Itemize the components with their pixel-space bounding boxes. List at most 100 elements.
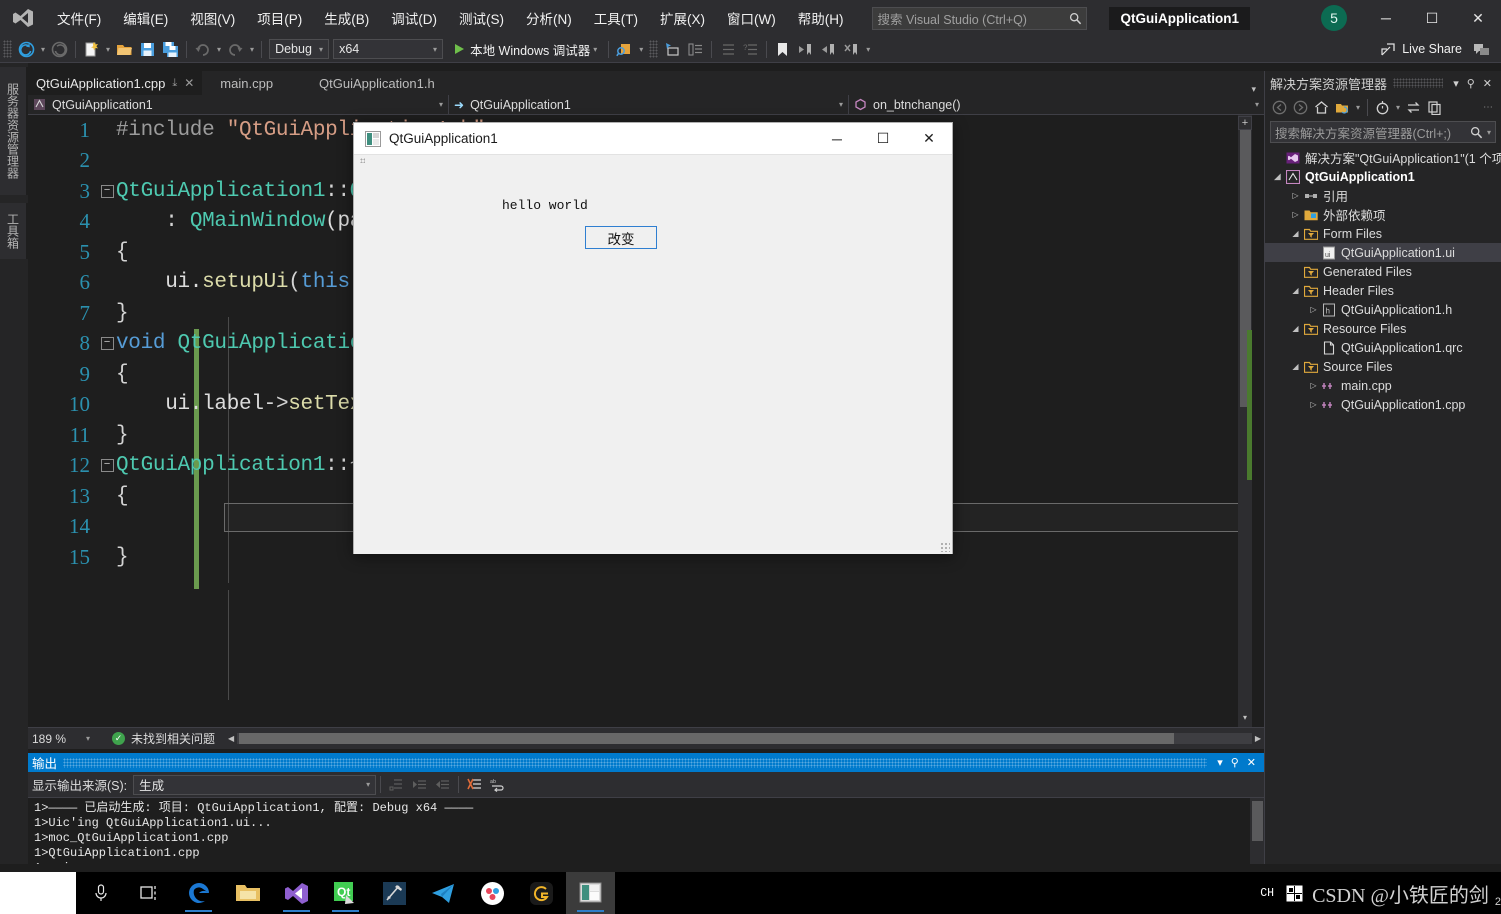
feedback-icon[interactable] (1470, 38, 1493, 60)
se-show-all-files-icon[interactable] (1424, 98, 1445, 118)
rail-tab-server-explorer[interactable]: 服务器资源管理器 (0, 67, 28, 195)
collapse-arrow-icon[interactable]: ◢ (1271, 172, 1284, 181)
toggle-tool-window-icon[interactable] (661, 38, 684, 60)
navigate-back-dropdown-icon[interactable]: ▾ (38, 45, 48, 54)
qt-maximize-button[interactable]: ☐ (860, 123, 906, 155)
tree-item[interactable]: ▷ main.cpp (1265, 376, 1501, 395)
menu-view[interactable]: 视图(V) (179, 0, 246, 36)
tab-overflow-icon[interactable]: ▾ (1243, 84, 1264, 95)
solution-explorer-dropdown-icon[interactable]: ▾ (1449, 77, 1463, 90)
live-share-button[interactable]: Live Share (1373, 38, 1470, 60)
expand-arrow-icon[interactable]: ▷ (1307, 305, 1320, 314)
hscroll-track[interactable] (237, 733, 1252, 744)
menu-analyze[interactable]: 分析(N) (515, 0, 583, 36)
menu-tools[interactable]: 工具(T) (583, 0, 649, 36)
properties-window-icon[interactable] (684, 38, 707, 60)
debug-target-dropdown-icon[interactable]: ▾ (590, 45, 600, 54)
start-area[interactable] (0, 872, 76, 914)
hscroll-thumb[interactable] (239, 733, 1175, 744)
find-in-files-icon[interactable] (613, 38, 636, 60)
tree-item[interactable]: ▷ 外部依赖项 (1265, 205, 1501, 224)
se-home-icon[interactable] (1311, 98, 1332, 118)
output-panel-close-icon[interactable]: ✕ (1243, 756, 1260, 769)
scroll-down-icon[interactable]: ▾ (1238, 713, 1252, 727)
menu-build[interactable]: 生成(B) (313, 0, 380, 36)
solution-explorer-search[interactable]: 搜索解决方案资源管理器(Ctrl+;) ▾ (1270, 121, 1496, 143)
tab-qtguiapplication1-h[interactable]: QtGuiApplication1.h (311, 71, 443, 95)
go-to-previous-message-icon[interactable] (408, 774, 431, 796)
toolbar-grip[interactable] (3, 40, 12, 58)
qtguiapplication1-taskbar-icon[interactable] (566, 872, 615, 914)
go-to-next-message-icon[interactable] (431, 774, 454, 796)
tree-item[interactable]: ui QtGuiApplication1.ui (1265, 243, 1501, 262)
tree-item[interactable]: ▷ QtGuiApplication1.cpp (1265, 395, 1501, 414)
toggle-word-wrap-icon[interactable]: ab (486, 774, 509, 796)
maximize-button[interactable]: ☐ (1409, 0, 1455, 36)
outdent-icon[interactable]: ? (739, 38, 762, 60)
new-project-icon[interactable] (80, 38, 103, 60)
menu-debug[interactable]: 调试(D) (380, 0, 448, 36)
toolbar-grip-2[interactable] (649, 40, 659, 58)
se-toolbar-overflow-icon[interactable]: ⋯ (1483, 102, 1497, 113)
menu-edit[interactable]: 编辑(E) (112, 0, 179, 36)
tree-item[interactable]: ▷ h QtGuiApplication1.h (1265, 300, 1501, 319)
expand-arrow-icon[interactable]: ▷ (1289, 191, 1302, 200)
expand-arrow-icon[interactable]: ▷ (1307, 381, 1320, 390)
navigate-back-icon[interactable] (15, 38, 38, 60)
tree-item[interactable]: ◢ Header Files (1265, 281, 1501, 300)
redo-dropdown-icon[interactable]: ▾ (247, 45, 257, 54)
start-debugging-button[interactable]: 本地 Windows 调试器 ▾ (451, 38, 604, 60)
se-pending-changes-icon[interactable] (1372, 98, 1393, 118)
qt-resize-grip[interactable] (940, 542, 950, 552)
tree-item[interactable]: ◢ Source Files (1265, 357, 1501, 376)
ime-mode-icon[interactable] (1280, 872, 1308, 914)
notification-badge[interactable]: 5 (1321, 5, 1347, 31)
collapse-arrow-icon[interactable]: ◢ (1289, 229, 1302, 238)
hscroll-right-icon[interactable]: ▶ (1252, 734, 1264, 743)
qt-application-window[interactable]: QtGuiApplication1 ─ ☐ ✕ hello world 改变 (353, 122, 953, 554)
output-panel-dropdown-icon[interactable]: ▾ (1213, 756, 1227, 769)
solution-explorer-pin-icon[interactable]: ⚲ (1463, 77, 1479, 90)
output-scroll-thumb[interactable] (1252, 801, 1263, 841)
menu-file[interactable]: 文件(F) (46, 0, 112, 36)
se-refresh-icon[interactable] (1403, 98, 1424, 118)
clear-output-icon[interactable] (463, 774, 486, 796)
collapse-arrow-icon[interactable]: ◢ (1289, 286, 1302, 295)
cloud-sync-icon[interactable] (468, 872, 517, 914)
visual-studio-taskbar-icon[interactable] (272, 872, 321, 914)
vs-search-box[interactable]: 搜索 Visual Studio (Ctrl+Q) (872, 6, 1088, 30)
tree-item[interactable]: 解决方案"QtGuiApplication1"(1 个项目 (1265, 148, 1501, 167)
tab-qtguiapplication1-cpp[interactable]: QtGuiApplication1.cpp ⤓ ✕ (28, 71, 203, 95)
qt-minimize-button[interactable]: ─ (814, 123, 860, 155)
configuration-combo[interactable]: Debug ▾ (269, 39, 330, 59)
save-all-icon[interactable] (159, 38, 182, 60)
new-project-dropdown-icon[interactable]: ▾ (103, 45, 113, 54)
menu-window[interactable]: 窗口(W) (716, 0, 787, 36)
menu-project[interactable]: 项目(P) (246, 0, 313, 36)
find-dropdown-icon[interactable]: ▾ (636, 45, 646, 54)
ime-language-indicator[interactable]: CH (1254, 887, 1280, 900)
fold-toggle-icon[interactable]: − (98, 184, 116, 198)
output-panel-pin-icon[interactable]: ⚲ (1227, 756, 1243, 769)
solution-explorer-close-icon[interactable]: ✕ (1479, 77, 1496, 90)
navigate-forward-icon[interactable] (48, 38, 71, 60)
collapse-arrow-icon[interactable]: ◢ (1289, 324, 1302, 333)
fold-toggle-icon[interactable]: − (98, 459, 116, 473)
expand-arrow-icon[interactable]: ▷ (1289, 210, 1302, 219)
tree-item[interactable]: ◢ QtGuiApplication1 (1265, 167, 1501, 186)
output-vertical-scrollbar[interactable] (1250, 798, 1264, 864)
redo-icon[interactable] (224, 38, 247, 60)
previous-bookmark-icon[interactable] (794, 38, 817, 60)
file-explorer-icon[interactable] (223, 872, 272, 914)
qt-close-button[interactable]: ✕ (906, 123, 952, 155)
tree-item[interactable]: Generated Files (1265, 262, 1501, 281)
output-panel-grip[interactable] (63, 757, 1208, 768)
qt-creator-icon[interactable]: Qt (321, 872, 370, 914)
browser-g-icon[interactable] (517, 872, 566, 914)
hscroll-left-icon[interactable]: ◀ (225, 734, 237, 743)
platform-combo[interactable]: x64 ▾ (333, 39, 444, 59)
menu-extensions[interactable]: 扩展(X) (649, 0, 716, 36)
minimize-button[interactable]: ─ (1363, 0, 1409, 36)
close-tab-icon[interactable]: ✕ (184, 76, 194, 90)
se-sync-with-active-document-icon[interactable] (1332, 98, 1353, 118)
